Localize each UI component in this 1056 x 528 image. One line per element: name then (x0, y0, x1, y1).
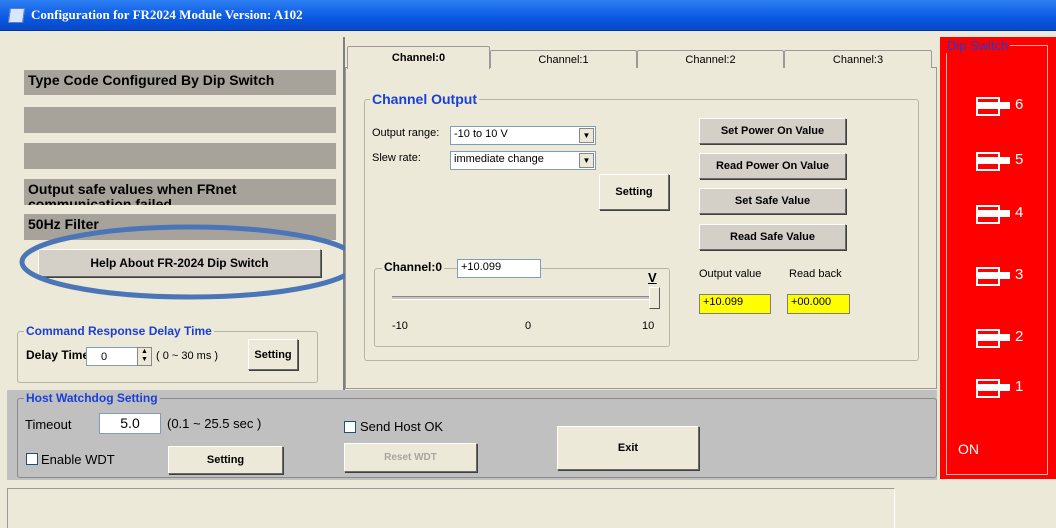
slider-track[interactable] (392, 296, 660, 300)
window-title: Configuration for FR2024 Module Version:… (31, 7, 303, 22)
channel-value-field[interactable]: +10.099 (457, 259, 541, 278)
dip-switch-5[interactable] (976, 152, 1010, 171)
delay-time-input[interactable]: 0 (86, 347, 138, 366)
slider-min-label: -10 (392, 320, 408, 332)
dip-switch-6[interactable] (976, 97, 1010, 116)
status-bar (7, 488, 895, 528)
dip-switch-panel: Dip Switch 6 5 4 3 2 1 ON (940, 37, 1056, 479)
type-code-value (24, 107, 336, 133)
output-range-select[interactable]: -10 to 10 V ▼ (450, 126, 596, 145)
read-back-display: +00.000 (787, 294, 850, 314)
chevron-down-icon[interactable]: ▼ (579, 128, 594, 143)
delay-setting-button[interactable]: Setting (248, 339, 298, 370)
safe-values-label: Output safe values when FRnet communicat… (24, 179, 336, 205)
chevron-down-icon[interactable]: ▼ (579, 153, 594, 168)
slider-max-label: 10 (642, 320, 655, 332)
tab-channel-1[interactable]: Channel:1 (490, 50, 637, 68)
watchdog-setting-button[interactable]: Setting (168, 446, 283, 474)
enable-wdt-checkbox[interactable] (26, 453, 38, 465)
reset-wdt-button[interactable]: Reset WDT (344, 443, 477, 472)
app-icon (7, 8, 26, 23)
slew-rate-label: Slew rate: (372, 152, 421, 164)
delay-range-hint: ( 0 ~ 30 ms ) (156, 350, 219, 362)
exit-button[interactable]: Exit (557, 426, 699, 470)
send-host-ok-label: Send Host OK (360, 419, 444, 434)
set-safe-value-button[interactable]: Set Safe Value (699, 188, 846, 214)
read-safe-value-button[interactable]: Read Safe Value (699, 224, 846, 250)
slider-thumb[interactable] (649, 287, 660, 309)
timeout-input[interactable]: 5.0 (99, 413, 161, 434)
tab-channel-2[interactable]: Channel:2 (637, 50, 784, 68)
watchdog-group-label: Host Watchdog Setting (24, 391, 160, 405)
output-value-label: Output value (699, 268, 762, 280)
delay-time-label: Delay Time (26, 348, 90, 362)
dip-switch-1[interactable] (976, 379, 1010, 398)
dip-switch-number: 6 (1015, 96, 1024, 113)
timeout-hint: (0.1 ~ 25.5 sec ) (167, 416, 262, 431)
dip-switch-number: 5 (1015, 151, 1024, 168)
type-code-label: Type Code Configured By Dip Switch (24, 70, 336, 95)
dip-switch-3[interactable] (976, 267, 1010, 286)
slider-mid-label: 0 (525, 320, 532, 332)
send-host-ok-checkbox[interactable] (344, 421, 356, 433)
channel-slider-label: Channel:0 (382, 260, 445, 274)
dip-switch-number: 3 (1015, 266, 1024, 283)
read-back-label: Read back (789, 268, 842, 280)
dip-on-label: ON (958, 441, 979, 457)
command-delay-group-label: Command Response Delay Time (24, 324, 214, 338)
dip-switch-number: 4 (1015, 204, 1024, 221)
channel-output-group-label: Channel Output (370, 91, 479, 107)
dip-switch-label: Dip Switch (945, 38, 1011, 53)
title-bar[interactable]: Configuration for FR2024 Module Version:… (0, 0, 1056, 31)
watchdog-group (17, 398, 937, 478)
channel-setting-button[interactable]: Setting (599, 174, 669, 210)
read-power-on-button[interactable]: Read Power On Value (699, 153, 846, 179)
channel-slider-group (374, 268, 670, 347)
slew-rate-value: immediate change (454, 153, 544, 165)
dip-switch-number: 1 (1015, 378, 1024, 395)
dip-switch-4[interactable] (976, 205, 1010, 224)
enable-wdt-label: Enable WDT (41, 452, 115, 467)
annotation-ellipse (19, 224, 361, 300)
unit-label: V (648, 270, 657, 285)
set-power-on-button[interactable]: Set Power On Value (699, 118, 846, 144)
output-range-label: Output range: (372, 127, 440, 139)
timeout-label: Timeout (25, 417, 72, 432)
dip-switch-number: 2 (1015, 328, 1024, 345)
tab-channel-0[interactable]: Channel:0 (347, 46, 490, 69)
output-value-display: +10.099 (699, 294, 771, 314)
tab-channel-3[interactable]: Channel:3 (784, 50, 932, 68)
dip-switch-2[interactable] (976, 329, 1010, 348)
type-code-value-2 (24, 143, 336, 169)
slew-rate-select[interactable]: immediate change ▼ (450, 151, 596, 170)
delay-time-spinner[interactable]: ▲ ▼ (137, 347, 152, 366)
output-range-value: -10 to 10 V (454, 128, 508, 140)
